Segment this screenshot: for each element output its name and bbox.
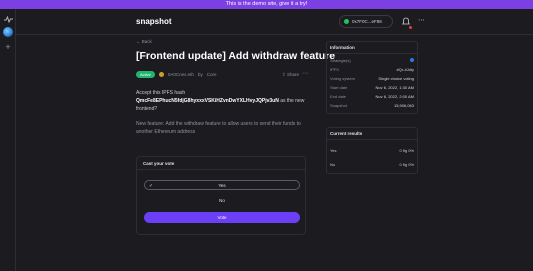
account-button[interactable]: 0x7F0C...eF88 [339, 15, 393, 28]
info-value: Single choice voting [378, 76, 414, 81]
info-row-voting-system: Voting system Single choice voting [330, 76, 414, 81]
body-prefix: Accept this IPFS hash [136, 90, 186, 96]
result-row-no: No 0 flg 0% [330, 162, 414, 167]
result-amount: 0 flg [399, 162, 408, 167]
info-label: Voting system [330, 76, 355, 81]
account-avatar [344, 19, 349, 24]
share-label: Share [287, 72, 300, 77]
info-value: Nov 6, 2022, 2:00 AM [375, 94, 414, 99]
result-row-yes: Yes 0 flg 0% [330, 148, 414, 153]
space-avatar[interactable] [3, 27, 13, 37]
author-tag: Core [206, 72, 217, 77]
bell-icon[interactable] [402, 17, 412, 29]
choice-yes[interactable]: ✓ Yes [144, 180, 300, 190]
choice-label: No [219, 198, 225, 203]
strategy-icon[interactable] [410, 58, 414, 62]
left-rail: + [0, 9, 16, 271]
results-heading: Current results [327, 128, 417, 140]
back-label: Back [141, 39, 152, 44]
vote-button[interactable]: Vote [144, 212, 300, 223]
plus-icon[interactable]: + [3, 42, 13, 52]
plus-glyph: + [5, 42, 11, 52]
info-label: Strategie(s) [330, 58, 351, 63]
info-value: Nov 6, 2022, 1:30 AM [375, 85, 414, 90]
check-icon: ✓ [149, 183, 154, 189]
choice-label: Yes [218, 183, 226, 188]
info-row-snapshot: Snapshot 15,906,063 [330, 103, 414, 108]
result-percent: 0% [408, 148, 414, 153]
info-label: Snapshot [330, 103, 347, 108]
more-icon[interactable]: ⋯ [418, 16, 425, 24]
account-address: 0x7F0C...eF88 [352, 19, 382, 24]
information-heading: Information [327, 42, 417, 54]
info-value[interactable]: 15,906,063 [394, 103, 414, 108]
author-name[interactable]: 0A0Cnes.eth [168, 72, 194, 77]
result-amount: 0 flg [399, 148, 408, 153]
proposal-body-description: New feature: Add the withdraw feature to… [136, 121, 301, 135]
information-panel: Information Strategie(s) IPFS #Qr-4Jdty … [326, 41, 418, 114]
info-label: End date [330, 94, 347, 99]
activity-icon[interactable] [3, 14, 13, 24]
cast-vote-panel: Cast your vote ✓ Yes No Vote [136, 156, 306, 235]
result-value: 0 flg 0% [400, 162, 414, 167]
ipfs-hash: QmcFe8EPhucN5fdjG8hyxxxVSKiHZvnDwYXLHvyJ… [136, 98, 279, 104]
proposal-more-icon[interactable]: ⋯ [302, 70, 308, 77]
proposal-title: [Frontend update] Add withdraw feature [136, 50, 336, 62]
status-badge: Active [136, 71, 155, 78]
results-panel: Current results Yes 0 flg 0% No 0 flg 0% [326, 127, 418, 174]
vote-heading: Cast your vote [137, 157, 305, 170]
info-row-start-date: Start date Nov 6, 2022, 1:30 AM [330, 85, 414, 90]
result-label: Yes [330, 148, 337, 153]
notification-dot [409, 26, 412, 29]
info-value[interactable]: #Qr-4Jdty [396, 67, 414, 72]
proposal-body-question: Accept this IPFS hash QmcFe8EPhucN5fdjG8… [136, 89, 306, 113]
author-prefix: by [197, 72, 203, 77]
info-row-strategies: Strategie(s) [330, 58, 414, 63]
result-label: No [330, 162, 336, 167]
proposal-meta: Active 0A0Cnes.eth by Core [136, 71, 216, 78]
logo[interactable]: snapshot [136, 17, 172, 26]
author-avatar [158, 72, 164, 77]
demo-banner: This is the demo site, give it a try! [0, 0, 533, 9]
share-button[interactable]: ⇪ Share [282, 72, 299, 78]
top-bar: snapshot 0x7F0C...eF88 ⋯ [16, 9, 533, 35]
info-label: Start date [330, 85, 348, 90]
info-row-end-date: End date Nov 6, 2022, 2:00 AM [330, 94, 414, 99]
info-row-ipfs: IPFS #Qr-4Jdty [330, 67, 414, 72]
result-percent: 0% [408, 162, 414, 167]
info-label: IPFS [330, 67, 339, 72]
back-link[interactable]: ← Back [136, 39, 152, 44]
result-value: 0 flg 0% [400, 148, 414, 153]
choice-no[interactable]: No [144, 195, 300, 205]
